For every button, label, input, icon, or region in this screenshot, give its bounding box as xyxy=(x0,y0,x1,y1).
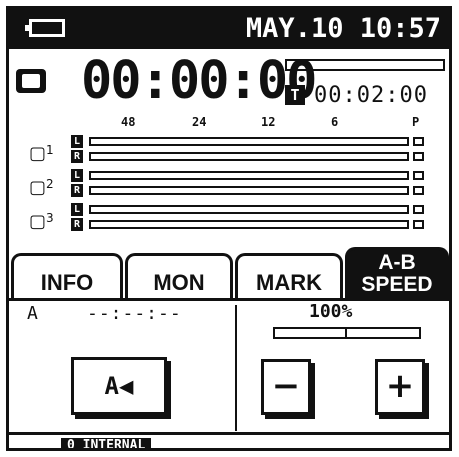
recording-progress-bar xyxy=(285,59,445,71)
channel-1-right-tag: R xyxy=(71,150,83,163)
channel-3-left-peak xyxy=(413,205,424,214)
speed-decrease-button[interactable]: − xyxy=(261,359,311,415)
meter-scale-label: P xyxy=(412,115,420,129)
channel-2-right-tag: R xyxy=(71,184,83,197)
battery-icon xyxy=(25,19,65,37)
channel-1-left-tag: L xyxy=(71,135,83,148)
remaining-time: 00:02:00 xyxy=(314,83,428,108)
tab-mark[interactable]: MARK xyxy=(235,253,343,299)
tab-mon[interactable]: MON xyxy=(125,253,233,299)
channel-3-right-peak xyxy=(413,220,424,229)
storage-index: 0 xyxy=(67,438,75,451)
channel-2-left-peak xyxy=(413,171,424,180)
channel-2-label: ▢2 xyxy=(29,177,54,198)
tab-info[interactable]: INFO xyxy=(11,253,123,299)
ab-point-time: --:--:-- xyxy=(87,303,182,324)
elapsed-time: 00:00:00 xyxy=(81,51,317,111)
tab-ab-speed[interactable]: A-B SPEED xyxy=(345,247,449,299)
meter-scale-label: 12 xyxy=(261,115,276,129)
channel-1-right-meter xyxy=(89,152,409,161)
panel-divider xyxy=(235,305,237,431)
channel-3-right-tag: R xyxy=(71,218,83,231)
ab-point-label: A xyxy=(27,303,38,324)
channel-3-label: ▢3 xyxy=(29,211,54,232)
meter-scale-label: 24 xyxy=(192,115,207,129)
channel-3-right-meter xyxy=(89,220,409,229)
channel-1-left-peak xyxy=(413,137,424,146)
tab-ab-label: A-B xyxy=(378,251,416,274)
channel-3-left-meter xyxy=(89,205,409,214)
channel-2-right-meter xyxy=(89,186,409,195)
record-mode-icon xyxy=(16,69,46,93)
bottom-status-bar: 0 INTERNAL xyxy=(9,432,449,451)
meter-scale-label: 6 xyxy=(331,115,339,129)
tab-speed-label: SPEED xyxy=(361,273,433,296)
channel-1-label: ▢1 xyxy=(29,143,54,164)
tab-underline xyxy=(9,298,449,301)
channel-2-left-tag: L xyxy=(71,169,83,182)
channel-1-left-meter xyxy=(89,137,409,146)
storage-indicator: 0 INTERNAL xyxy=(61,438,152,451)
status-bar: MAY.10 10:57 xyxy=(9,9,449,49)
channel-2-left-meter xyxy=(89,171,409,180)
tab-bar: INFO MON MARK A-B SPEED xyxy=(9,247,449,299)
storage-name: INTERNAL xyxy=(82,438,146,451)
recorder-screen: MAY.10 10:57 00:00:00 T 00:02:00 48 24 1… xyxy=(6,6,452,451)
channel-3-left-tag: L xyxy=(71,203,83,216)
meter-scale-label: 48 xyxy=(121,115,136,129)
channel-1-right-peak xyxy=(413,152,424,161)
speed-increase-button[interactable]: + xyxy=(375,359,425,415)
remaining-time-badge: T xyxy=(285,85,305,105)
speed-value: 100% xyxy=(309,301,353,322)
set-a-point-button[interactable]: A◀ xyxy=(71,357,167,415)
speed-bar xyxy=(273,327,421,339)
channel-2-right-peak xyxy=(413,186,424,195)
datetime-display: MAY.10 10:57 xyxy=(245,13,441,44)
